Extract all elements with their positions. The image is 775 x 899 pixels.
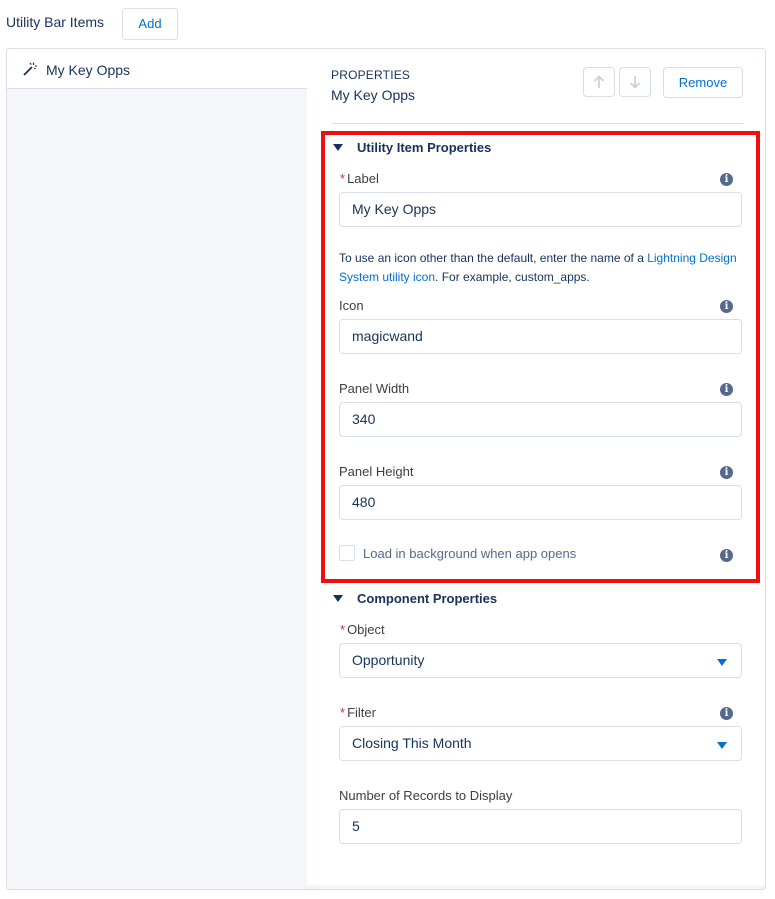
object-field-label: * Object — [340, 622, 385, 637]
records-field-label: Number of Records to Display — [339, 788, 513, 803]
info-icon[interactable]: i — [720, 173, 733, 186]
required-marker: * — [340, 622, 346, 637]
list-item-label: My Key Opps — [46, 62, 131, 78]
properties-item-name: My Key Opps — [331, 87, 416, 103]
icon-input[interactable]: magicwand — [339, 319, 742, 354]
info-icon[interactable]: i — [720, 549, 733, 562]
properties-caption: PROPERTIES — [331, 68, 411, 82]
move-up-button[interactable] — [583, 67, 615, 97]
filter-select[interactable]: Closing This Month — [339, 726, 742, 761]
panel-width-input[interactable]: 340 — [339, 402, 742, 437]
editor-panel: My Key Opps PROPERTIES My Key Opps Remov… — [6, 48, 766, 890]
properties-panel: PROPERTIES My Key Opps Remove Utility It… — [307, 49, 765, 885]
icon-help-text: To use an icon other than the default, e… — [339, 251, 737, 284]
object-select-value: Opportunity — [352, 652, 425, 668]
page-title: Utility Bar Items — [6, 14, 105, 30]
info-icon[interactable]: i — [720, 707, 733, 720]
required-marker: * — [340, 171, 346, 186]
utility-items-list: My Key Opps — [7, 49, 307, 889]
remove-button[interactable]: Remove — [663, 67, 743, 98]
chevron-down-icon — [717, 742, 727, 749]
load-in-background-checkbox[interactable] — [339, 545, 355, 561]
divider — [331, 123, 743, 124]
utility-section-title: Utility Item Properties — [357, 140, 492, 155]
arrow-down-icon — [629, 76, 641, 89]
component-section-title: Component Properties — [357, 591, 498, 606]
magicwand-icon — [23, 62, 37, 76]
info-icon[interactable]: i — [720, 383, 733, 396]
utility-section-header[interactable]: Utility Item Properties — [333, 140, 491, 155]
expand-triangle-icon — [333, 144, 343, 151]
object-select[interactable]: Opportunity — [339, 643, 742, 678]
filter-select-value: Closing This Month — [352, 735, 472, 751]
add-button[interactable]: Add — [122, 8, 178, 40]
component-section-header[interactable]: Component Properties — [333, 591, 497, 606]
chevron-down-icon — [717, 659, 727, 666]
required-marker: * — [340, 705, 346, 720]
panel-height-input[interactable]: 480 — [339, 485, 742, 520]
move-down-button[interactable] — [619, 67, 651, 97]
records-input[interactable]: 5 — [339, 809, 742, 844]
load-in-background-label: Load in background when app opens — [363, 546, 577, 561]
filter-field-label: * Filter — [340, 705, 376, 720]
info-icon[interactable]: i — [720, 300, 733, 313]
expand-triangle-icon — [333, 595, 343, 602]
icon-field-label: Icon — [339, 298, 364, 313]
info-icon[interactable]: i — [720, 466, 733, 479]
panel-width-label: Panel Width — [339, 381, 410, 396]
header-bar: Utility Bar Items Add — [0, 0, 775, 46]
label-input[interactable]: My Key Opps — [339, 192, 742, 227]
arrow-up-icon — [593, 75, 605, 88]
label-field-label: * Label — [340, 171, 379, 186]
list-item-my-key-opps[interactable]: My Key Opps — [7, 49, 307, 89]
panel-height-label: Panel Height — [339, 464, 414, 479]
